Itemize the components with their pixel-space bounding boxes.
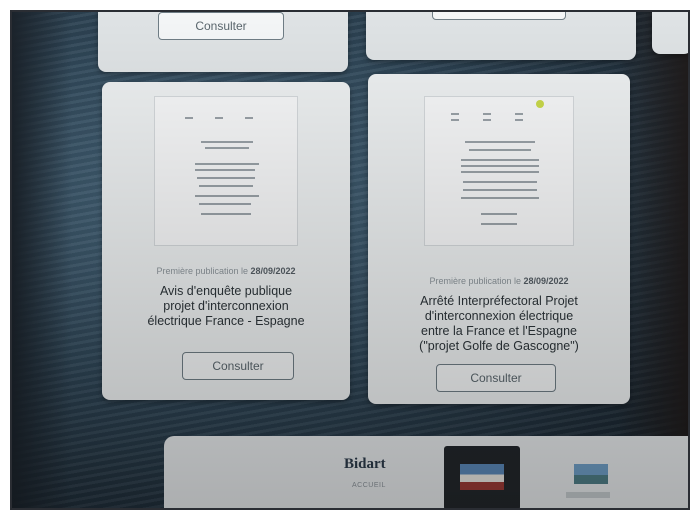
bottom-nav: Bidart ACCUEIL (164, 436, 688, 508)
card-top-left: Consulter (98, 12, 348, 72)
publication-prefix: Première publication le (156, 266, 248, 276)
card-top-middle (366, 12, 636, 60)
highlight-dot (536, 100, 544, 108)
title-line: Arrêté Interpréfectoral Projet (420, 294, 578, 308)
publication-date: Première publication le 28/09/2022 (102, 266, 350, 276)
consulter-button[interactable]: Consulter (182, 352, 294, 380)
document-preview[interactable] (154, 96, 298, 246)
card-title: Avis d'enquête publique projet d'interco… (112, 284, 340, 329)
card-top-right (652, 12, 688, 54)
document-preview[interactable] (424, 96, 574, 246)
consulter-button-top[interactable]: Consulter (158, 12, 284, 40)
document-card-1: Première publication le 28/09/2022 Avis … (102, 82, 350, 400)
consulter-button-top-partial[interactable] (432, 12, 566, 20)
scanned-photo-frame: Consulter Première publication le 28/09/… (10, 10, 690, 510)
title-line: ("projet Golfe de Gascogne") (419, 339, 579, 353)
title-line: entre la France et l'Espagne (421, 324, 577, 338)
publication-date: Première publication le 28/09/2022 (368, 276, 630, 286)
title-line: projet d'interconnexion (163, 299, 289, 313)
shadow-left (12, 12, 72, 508)
document-card-2: Première publication le 28/09/2022 Arrêt… (368, 74, 630, 404)
consulter-button[interactable]: Consulter (436, 364, 556, 392)
publication-prefix: Première publication le (429, 276, 521, 286)
title-line: Avis d'enquête publique (159, 284, 293, 298)
publication-date-value: 28/09/2022 (250, 266, 296, 276)
nav-home-label[interactable]: ACCUEIL (352, 482, 386, 489)
title-line: électrique France - Espagne (147, 314, 305, 328)
coastline-photo-icon[interactable] (574, 464, 608, 484)
town-hall-photo-icon (460, 464, 504, 490)
publication-date-value: 28/09/2022 (523, 276, 569, 286)
nav-tile-selected[interactable] (444, 446, 520, 508)
bidart-logo[interactable]: Bidart (344, 456, 386, 473)
nav-label-illegible (566, 492, 610, 498)
card-title: Arrêté Interpréfectoral Projet d'interco… (378, 294, 620, 354)
title-line: d'interconnexion électrique (424, 309, 574, 323)
